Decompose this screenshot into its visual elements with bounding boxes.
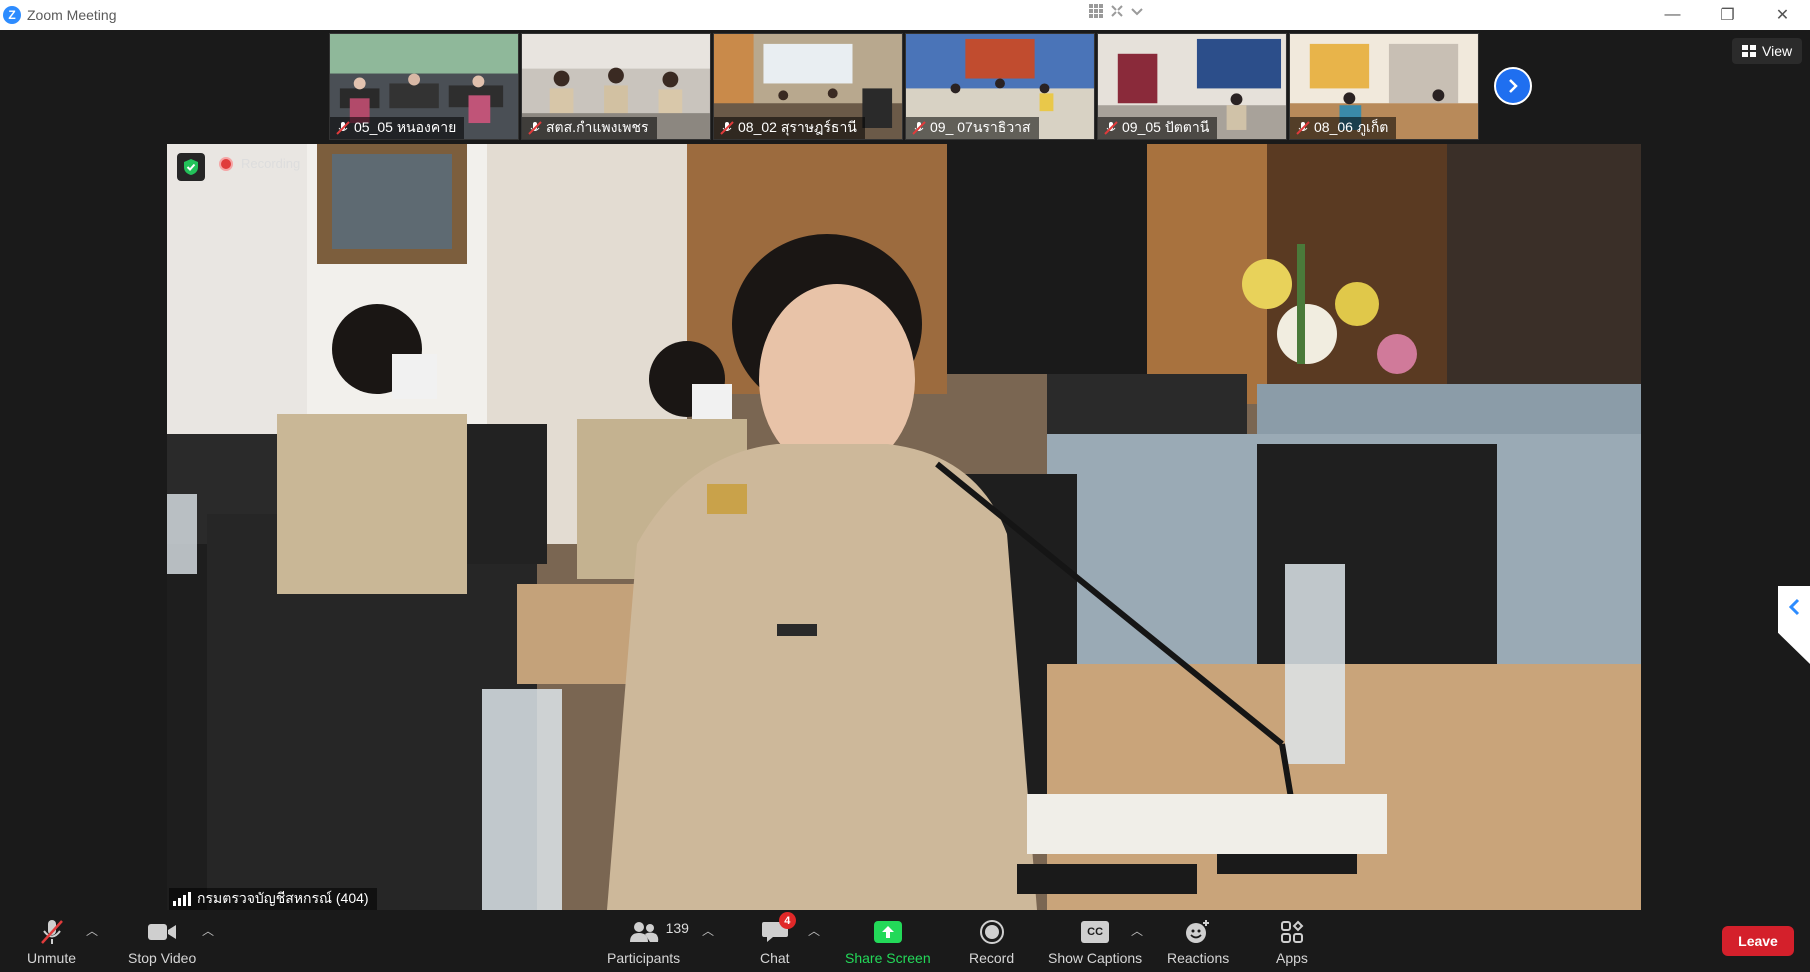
thumbnail-name: 08_02 สุราษฎร์ธานี: [738, 119, 857, 135]
reactions-label: Reactions: [1167, 950, 1230, 966]
thumbnail-name: สตส.กำแพงเพชร: [546, 119, 649, 135]
video-camera-icon: [148, 924, 177, 940]
side-panel-tab[interactable]: [1778, 586, 1810, 664]
mic-off-icon: [528, 121, 542, 135]
mic-off-icon: [336, 121, 350, 135]
zoom-logo-icon: Z: [3, 6, 21, 24]
stop-video-label: Stop Video: [128, 950, 197, 966]
speaker-name-tag: กรมตรวจบัญชีสหกรณ์ (404): [169, 888, 377, 910]
chat-button[interactable]: 4 Chat: [760, 912, 796, 966]
unmute-button[interactable]: Unmute: [27, 918, 76, 966]
thumbnail-name: 08_06 ภูเก็ต: [1314, 119, 1389, 135]
participants-button[interactable]: 139 Participants: [607, 918, 689, 966]
stop-video-button[interactable]: Stop Video: [128, 918, 196, 966]
apps-icon: [1280, 920, 1304, 943]
speaker-video-feed: [167, 144, 1641, 910]
captions-icon: CC: [1081, 921, 1110, 943]
chat-options-caret-icon[interactable]: ︿: [808, 922, 820, 939]
mic-off-icon: [1104, 121, 1118, 135]
apps-button[interactable]: Apps: [1276, 918, 1308, 966]
chat-label: Chat: [760, 950, 790, 966]
active-speaker-video[interactable]: Recording กรมตรวจบัญชีสหกรณ์ (404): [167, 144, 1641, 910]
chat-unread-badge: 4: [778, 912, 796, 929]
view-button[interactable]: View: [1732, 38, 1803, 64]
thumbnail-label: 09_ 07นราธิวาส: [906, 117, 1039, 139]
record-label: Record: [969, 950, 1015, 966]
thumbnail-label: 05_05 หนองคาย: [330, 117, 465, 139]
meeting-toolbar: Unmute ︿ Stop Video ︿ 139 Participants ︿…: [0, 910, 1810, 972]
mic-off-icon: [912, 121, 926, 135]
view-label: View: [1762, 43, 1793, 59]
reactions-button[interactable]: Reactions: [1167, 918, 1229, 966]
participant-thumbnail[interactable]: 09_ 07นราธิวาส: [905, 33, 1095, 140]
chevron-right-icon: [1509, 79, 1518, 93]
video-options-caret-icon[interactable]: ︿: [202, 922, 214, 939]
unmute-label: Unmute: [27, 950, 77, 966]
title-bar: Z Zoom Meeting — ❐ ✕: [0, 0, 1810, 30]
leave-button[interactable]: Leave: [1722, 926, 1794, 956]
speaker-name: กรมตรวจบัญชีสหกรณ์ (404): [197, 890, 369, 906]
record-icon: [979, 920, 1004, 944]
thumbnail-label: สตส.กำแพงเพชร: [522, 117, 657, 139]
window-title: Zoom Meeting: [27, 7, 117, 23]
thumbnail-label: 08_06 ภูเก็ต: [1290, 117, 1397, 139]
meeting-area: 05_05 หนองคาย สตส.กำแพงเพชร 08_02 สุราษฎ…: [0, 30, 1810, 910]
mic-off-icon: [720, 121, 734, 135]
recording-label: Recording: [241, 156, 301, 171]
participants-label: Participants: [607, 950, 681, 966]
share-screen-button[interactable]: Share Screen: [845, 918, 931, 966]
thumbnail-name: 09_ 07นราธิวาส: [930, 119, 1031, 135]
grid-icon[interactable]: [1088, 3, 1104, 19]
chevron-down-icon[interactable]: [1130, 4, 1144, 18]
mic-off-icon: [1296, 121, 1310, 135]
encryption-shield-icon[interactable]: [177, 153, 205, 181]
recording-dot-icon: [219, 156, 233, 171]
share-screen-icon: [873, 921, 902, 943]
chevron-left-icon: [1788, 598, 1800, 616]
share-screen-label: Share Screen: [845, 950, 931, 966]
show-captions-label: Show Captions: [1048, 950, 1143, 966]
thumbnail-name: 09_05 ปัตตานี: [1122, 119, 1210, 135]
audio-options-caret-icon[interactable]: ︿: [86, 922, 98, 939]
restore-button[interactable]: ❐: [1700, 0, 1755, 30]
recording-indicator: Recording: [219, 156, 300, 171]
mic-muted-icon: [40, 920, 63, 944]
show-captions-button[interactable]: CC Show Captions: [1048, 918, 1142, 966]
apps-label: Apps: [1276, 950, 1308, 966]
view-grid-icon: [1742, 45, 1756, 57]
thumbnail-label: 08_02 สุราษฎร์ธานี: [714, 117, 865, 139]
thumbnail-name: 05_05 หนองคาย: [354, 119, 457, 135]
participants-icon: [629, 922, 658, 942]
thumbnail-label: 09_05 ปัตตานี: [1098, 117, 1218, 139]
window-controls: — ❐ ✕: [1645, 0, 1810, 30]
participants-count: 139: [665, 920, 689, 936]
participant-thumbnail[interactable]: สตส.กำแพงเพชร: [521, 33, 711, 140]
close-button[interactable]: ✕: [1755, 0, 1810, 30]
signal-strength-icon: [173, 892, 191, 906]
participants-options-caret-icon[interactable]: ︿: [702, 922, 714, 939]
thumbnail-strip: 05_05 หนองคาย สตส.กำแพงเพชร 08_02 สุราษฎ…: [329, 33, 1479, 140]
layout-controls: [1088, 3, 1144, 19]
captions-options-caret-icon[interactable]: ︿: [1131, 922, 1143, 939]
minimize-button[interactable]: —: [1645, 0, 1700, 30]
collapse-icon[interactable]: [1110, 4, 1124, 18]
participant-thumbnail[interactable]: 09_05 ปัตตานี: [1097, 33, 1287, 140]
reactions-icon: [1186, 920, 1210, 943]
participant-thumbnail[interactable]: 08_06 ภูเก็ต: [1289, 33, 1479, 140]
record-button[interactable]: Record: [969, 918, 1014, 966]
next-page-button[interactable]: [1494, 67, 1532, 105]
participant-thumbnail[interactable]: 08_02 สุราษฎร์ธานี: [713, 33, 903, 140]
participant-thumbnail[interactable]: 05_05 หนองคาย: [329, 33, 519, 140]
